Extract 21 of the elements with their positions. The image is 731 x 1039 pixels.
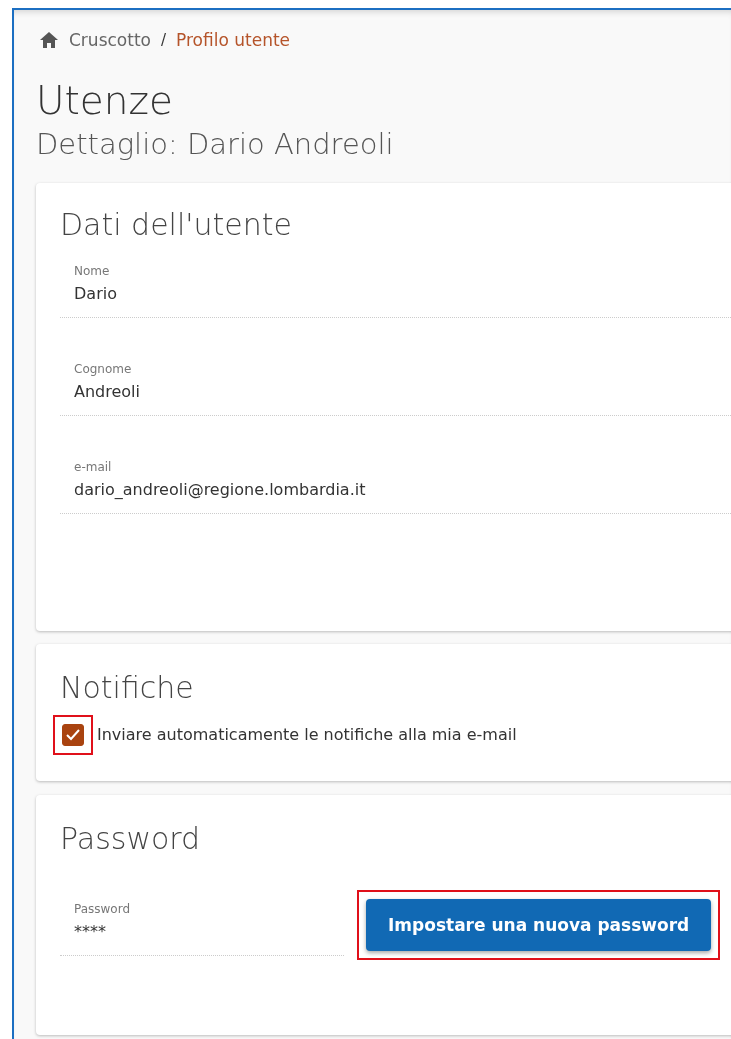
field-value: Andreoli bbox=[74, 381, 141, 401]
home-icon[interactable] bbox=[39, 31, 59, 49]
page-title: Utenze bbox=[36, 80, 174, 123]
check-icon bbox=[65, 727, 81, 742]
breadcrumb-link[interactable]: Profilo utente bbox=[176, 30, 291, 50]
card-heading: Notifiche bbox=[60, 669, 195, 705]
field-value: Dario bbox=[74, 283, 118, 303]
field-label: e-mail bbox=[74, 459, 113, 474]
field-value: dario_andreoli@regione.lombardia.it bbox=[74, 479, 367, 499]
breadcrumb-separator: / bbox=[161, 31, 167, 49]
password-value: **** bbox=[74, 921, 107, 941]
card-heading: Password bbox=[60, 820, 202, 856]
field-label: Password bbox=[74, 901, 132, 916]
new-password-button[interactable]: Impostare una nuova password bbox=[366, 898, 712, 951]
card-heading: Dati dell'utente bbox=[60, 206, 293, 242]
field-label: Nome bbox=[74, 263, 111, 278]
checkbox[interactable] bbox=[62, 723, 84, 746]
checkbox-label: Inviare automaticamente le notifiche alla mia e-mail bbox=[97, 725, 517, 745]
field-label: Cognome bbox=[74, 361, 133, 376]
page-subtitle: Dettaglio: Dario Andreoli bbox=[36, 126, 395, 161]
breadcrumb-link[interactable]: Cruscotto bbox=[69, 30, 151, 50]
